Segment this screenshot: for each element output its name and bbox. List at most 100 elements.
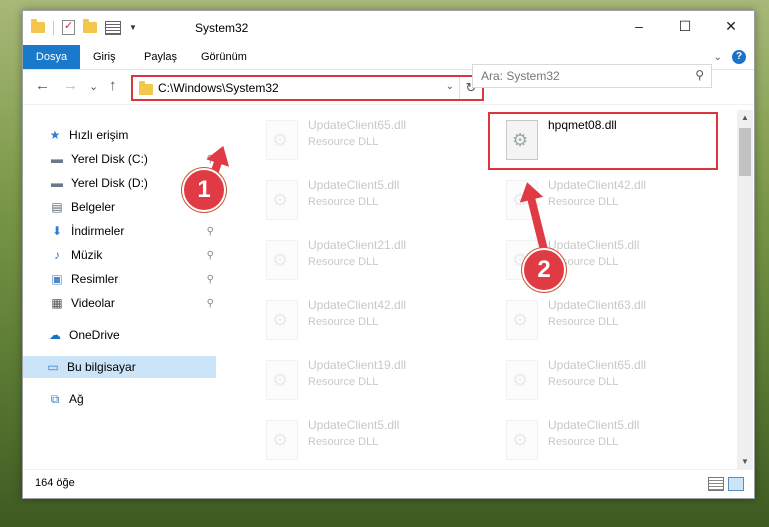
file-item[interactable]: UpdateClient65.dll Resource DLL (496, 354, 726, 404)
file-item[interactable]: UpdateClient5.dll Resource DLL (256, 414, 486, 464)
tab-file[interactable]: Dosya (23, 45, 80, 69)
file-item[interactable]: UpdateClient5.dll Resource DLL (496, 414, 726, 464)
pin-icon: ⚲ (206, 225, 214, 237)
recent-locations-icon[interactable]: ⌄ (89, 80, 98, 93)
file-item[interactable]: UpdateClient19.dll Resource DLL (256, 354, 486, 404)
tab-share[interactable]: Paylaş (144, 45, 177, 69)
large-icons-view-icon[interactable] (728, 477, 744, 491)
sidebar-item-label: İndirmeler (71, 224, 125, 238)
dll-file-icon (266, 180, 298, 220)
file-item[interactable]: UpdateClient5.dll Resource DLL (256, 174, 486, 224)
tab-home[interactable]: Giriş (93, 45, 116, 69)
dll-file-icon (266, 300, 298, 340)
file-name: UpdateClient63.dll (548, 298, 647, 312)
sidebar-item-6[interactable]: ▣ Resimler ⚲ (49, 268, 216, 290)
sidebar-item-7[interactable]: ▦ Videolar ⚲ (49, 292, 216, 314)
file-list: UpdateClient65.dllResource DLLhpqmet08.d… (216, 110, 736, 470)
sidebar-item-label: Belgeler (71, 200, 116, 214)
file-name: UpdateClient42.dll (308, 298, 407, 312)
address-bar[interactable]: C:\Windows\System32 ⌄ ↻ (131, 75, 484, 101)
file-name: UpdateClient21.dll (308, 238, 407, 252)
forward-icon[interactable]: → (63, 77, 78, 94)
sidebar-item-label: Yerel Disk (C:) (71, 152, 148, 166)
sidebar-item-9[interactable]: ▭ Bu bilgisayar (23, 356, 238, 378)
sidebar-item-5[interactable]: ♪ Müzik ⚲ (49, 244, 216, 266)
dll-file-icon (266, 120, 298, 160)
search-icon: ⚲ (695, 68, 704, 82)
file-type: Resource DLL (548, 436, 619, 448)
computer-icon: ▭ (47, 360, 59, 374)
dll-file-icon (266, 360, 298, 400)
navigation-pane: ★ Hızlı erişim ▬ Yerel Disk (C:) ⚲ ▬ Yerel Dis… (23, 110, 238, 470)
file-type: Resource DLL (308, 316, 379, 328)
file-item[interactable]: UpdateClient65.dll Resource DLL (256, 114, 486, 164)
properties-icon[interactable] (62, 19, 75, 35)
pin-icon: ⚲ (206, 249, 214, 261)
new-folder-icon[interactable] (83, 19, 97, 33)
document-icon: ▤ (51, 200, 63, 214)
chevron-down-icon[interactable]: ⌄ (446, 81, 454, 92)
scroll-down-icon[interactable]: ▼ (737, 454, 753, 470)
sidebar-item-label: Videolar (71, 296, 115, 310)
annotation-badge-1: 1 (182, 168, 226, 212)
pin-icon: ⚲ (206, 297, 214, 309)
expand-ribbon-icon[interactable]: ⌄ (714, 52, 722, 63)
file-name: UpdateClient5.dll (548, 238, 640, 252)
tab-view[interactable]: Görünüm (201, 45, 247, 69)
vertical-scrollbar[interactable]: ▲ ▼ (737, 110, 753, 470)
help-icon[interactable]: ? (732, 50, 746, 64)
sidebar-item-4[interactable]: ⬇ İndirmeler ⚲ (49, 220, 216, 242)
file-type: Resource DLL (308, 136, 379, 148)
search-placeholder: Ara: System32 (481, 69, 560, 83)
video-icon: ▦ (51, 296, 63, 310)
file-type: Resource DLL (308, 256, 379, 268)
sidebar-item-label: Resimler (71, 272, 119, 286)
sidebar-item-8[interactable]: ☁ OneDrive (47, 324, 216, 346)
sidebar-item-label: Yerel Disk (D:) (71, 176, 148, 190)
scroll-up-icon[interactable]: ▲ (737, 110, 753, 126)
status-bar: 164 öğe (23, 469, 754, 498)
back-icon[interactable]: ← (35, 77, 50, 94)
ribbon-right-controls: ⌄ ? (714, 50, 746, 64)
search-input[interactable]: Ara: System32 ⚲ (472, 64, 712, 88)
dll-file-icon (506, 420, 538, 460)
view-options-icon[interactable] (105, 20, 121, 35)
dll-file-icon (506, 360, 538, 400)
file-type: Resource DLL (308, 436, 379, 448)
file-name: UpdateClient5.dll (548, 418, 640, 432)
window-title: System32 (195, 21, 249, 35)
file-name: UpdateClient5.dll (308, 418, 400, 432)
music-icon: ♪ (54, 248, 60, 262)
dll-file-icon (506, 300, 538, 340)
folder-icon (31, 19, 45, 33)
up-icon[interactable]: ↑ (109, 77, 117, 94)
sidebar-item-label: OneDrive (69, 328, 120, 342)
file-type: Resource DLL (548, 376, 619, 388)
file-item[interactable]: UpdateClient21.dll Resource DLL (256, 234, 486, 284)
window-controls: – ☐ ✕ (616, 11, 754, 41)
sidebar-item-label: Hızlı erişim (69, 128, 129, 142)
sidebar-item-0[interactable]: ★ Hızlı erişim (47, 124, 216, 146)
close-button[interactable]: ✕ (708, 11, 754, 41)
dll-file-icon (266, 420, 298, 460)
sidebar-item-10[interactable]: ⧉ Ağ (47, 388, 216, 410)
file-name: UpdateClient5.dll (308, 178, 400, 192)
file-name: UpdateClient42.dll (548, 178, 647, 192)
maximize-button[interactable]: ☐ (662, 11, 708, 41)
scroll-thumb[interactable] (739, 128, 751, 176)
file-item[interactable]: UpdateClient42.dll Resource DLL (256, 294, 486, 344)
customize-toolbar-icon[interactable]: ▼ (129, 23, 137, 32)
file-type: Resource DLL (548, 316, 619, 328)
address-path[interactable]: C:\Windows\System32 (158, 81, 279, 95)
file-name: UpdateClient65.dll (308, 118, 407, 132)
annotation-badge-2: 2 (522, 248, 566, 292)
details-view-icon[interactable] (708, 477, 724, 491)
quick-access-toolbar: ▼ (31, 19, 137, 35)
network-icon: ⧉ (50, 391, 60, 406)
minimize-button[interactable]: – (616, 11, 662, 41)
file-type: Resource DLL (308, 196, 379, 208)
sidebar-item-1[interactable]: ▬Yerel Disk (C:)⚲ (49, 148, 216, 170)
star-icon: ★ (49, 128, 61, 142)
cloud-icon: ☁ (49, 328, 61, 342)
file-item[interactable]: UpdateClient63.dll Resource DLL (496, 294, 726, 344)
